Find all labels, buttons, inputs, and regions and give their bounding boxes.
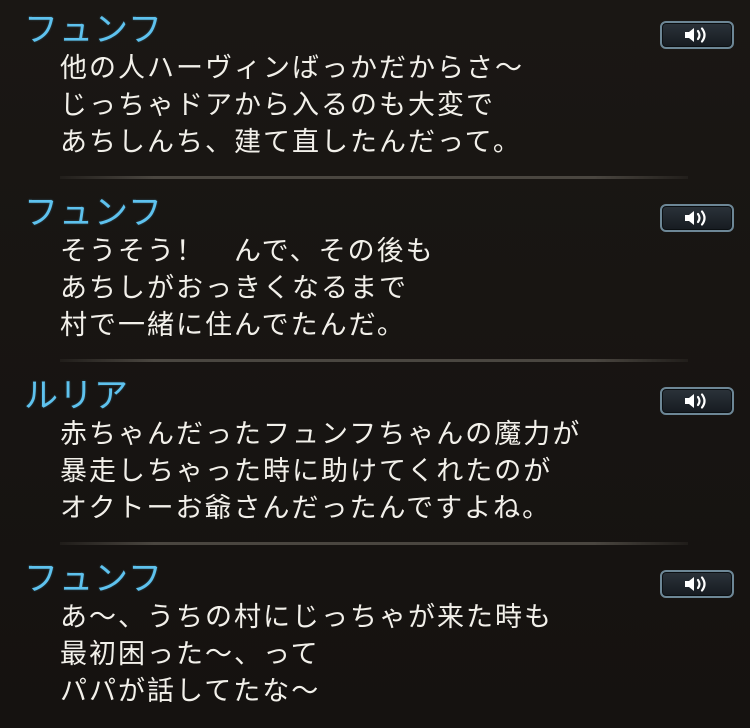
log-entry: フュンフ あ～、うちの村にじっちゃが来た時も 最初困った～、って パパが話してた… <box>0 549 750 728</box>
dialogue-line: 最初困った～、って <box>60 639 320 670</box>
dialogue-line: 村で一緒に住んでたんだ。 <box>60 310 406 341</box>
dialogue-text: そうそう！ んで、その後も あちしがおっきくなるまで 村で一緒に住んでたんだ。 <box>60 233 435 344</box>
voice-replay-button[interactable] <box>660 21 734 49</box>
dialogue-log: フュンフ 他の人ハーヴィンばっかだからさ～ じっちゃドアから入るのも大変で あち… <box>0 0 750 728</box>
dialogue-text: 他の人ハーヴィンばっかだからさ～ じっちゃドアから入るのも大変で あちしんち、建… <box>60 50 524 161</box>
speaker-volume-icon <box>685 393 706 409</box>
voice-replay-button[interactable] <box>660 204 734 232</box>
dialogue-line: あちしんち、建て直したんだって。 <box>60 127 522 158</box>
dialogue-line: パパが話してたな～ <box>60 676 321 707</box>
speaker-volume-icon <box>685 576 706 592</box>
dialogue-line: 他の人ハーヴィンばっかだからさ～ <box>60 53 524 84</box>
dialogue-line: 暴走しちゃった時に助けてくれたのが <box>60 456 553 487</box>
speaker-name: フュンフ <box>24 10 163 50</box>
entry-divider <box>60 359 688 362</box>
dialogue-line: そうそう！ んで、その後も <box>60 236 435 267</box>
speaker-name: フュンフ <box>24 193 163 233</box>
dialogue-line: 赤ちゃんだったフュンフちゃんの魔力が <box>60 419 582 450</box>
log-entry: フュンフ 他の人ハーヴィンばっかだからさ～ じっちゃドアから入るのも大変で あち… <box>0 0 750 182</box>
entry-divider <box>60 542 688 545</box>
speaker-name: ルリア <box>24 376 129 416</box>
speaker-volume-icon <box>685 210 706 226</box>
speaker-volume-icon <box>685 27 706 43</box>
dialogue-text: 赤ちゃんだったフュンフちゃんの魔力が 暴走しちゃった時に助けてくれたのが オクト… <box>60 416 581 527</box>
dialogue-line: あちしがおっきくなるまで <box>60 273 408 304</box>
dialogue-text: あ～、うちの村にじっちゃが来た時も 最初困った～、って パパが話してたな～ <box>60 599 553 710</box>
speaker-name: フュンフ <box>24 559 163 599</box>
dialogue-line: あ～、うちの村にじっちゃが来た時も <box>60 602 553 633</box>
log-entry: ルリア 赤ちゃんだったフュンフちゃんの魔力が 暴走しちゃった時に助けてくれたのが… <box>0 366 750 548</box>
entry-divider <box>60 176 688 179</box>
voice-replay-button[interactable] <box>660 570 734 598</box>
voice-replay-button[interactable] <box>660 387 734 415</box>
dialogue-line: じっちゃドアから入るのも大変で <box>60 90 495 121</box>
log-entry: フュンフ そうそう！ んで、その後も あちしがおっきくなるまで 村で一緒に住んで… <box>0 183 750 365</box>
dialogue-line: オクトーお爺さんだったんですよね。 <box>60 493 552 524</box>
